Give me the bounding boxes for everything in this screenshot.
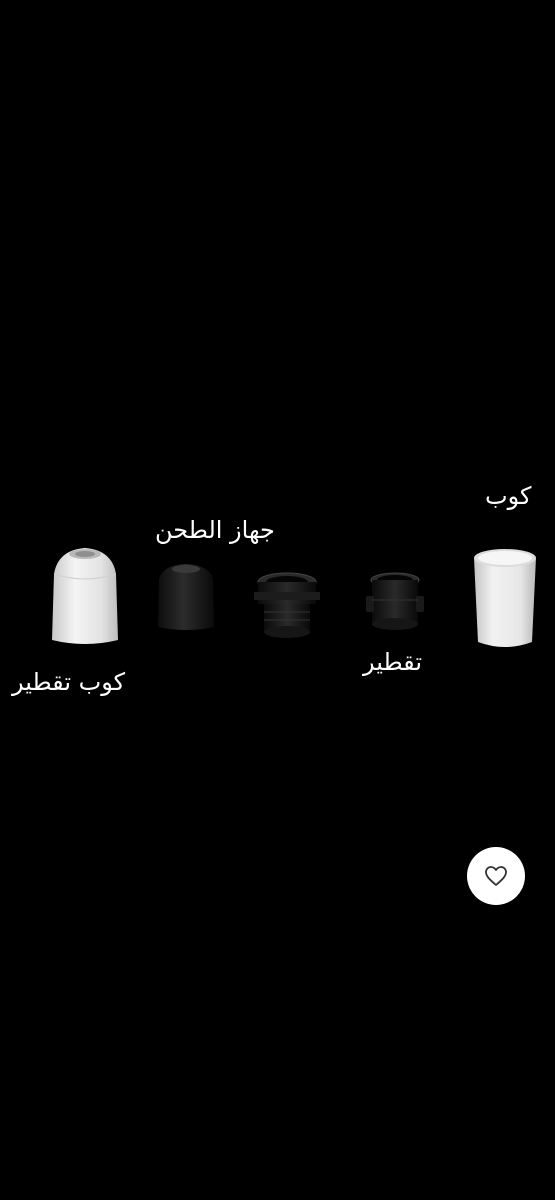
dome-cap-icon (158, 564, 214, 630)
dome-cup-icon (52, 548, 118, 644)
label-cup: كوب (485, 482, 532, 510)
label-drip-cup: كوب تقطير (12, 668, 126, 696)
heart-icon (485, 866, 507, 886)
product-image-viewer: كوب جهاز الطحن تقطير كوب تقطير (0, 0, 555, 1200)
label-drip: تقطير (363, 648, 422, 676)
cylinder-cup-icon (474, 549, 536, 647)
threaded-filter-icon (366, 572, 424, 630)
favorite-button[interactable] (467, 847, 525, 905)
threaded-ring-icon (254, 572, 320, 638)
label-grinder: جهاز الطحن (155, 516, 275, 544)
